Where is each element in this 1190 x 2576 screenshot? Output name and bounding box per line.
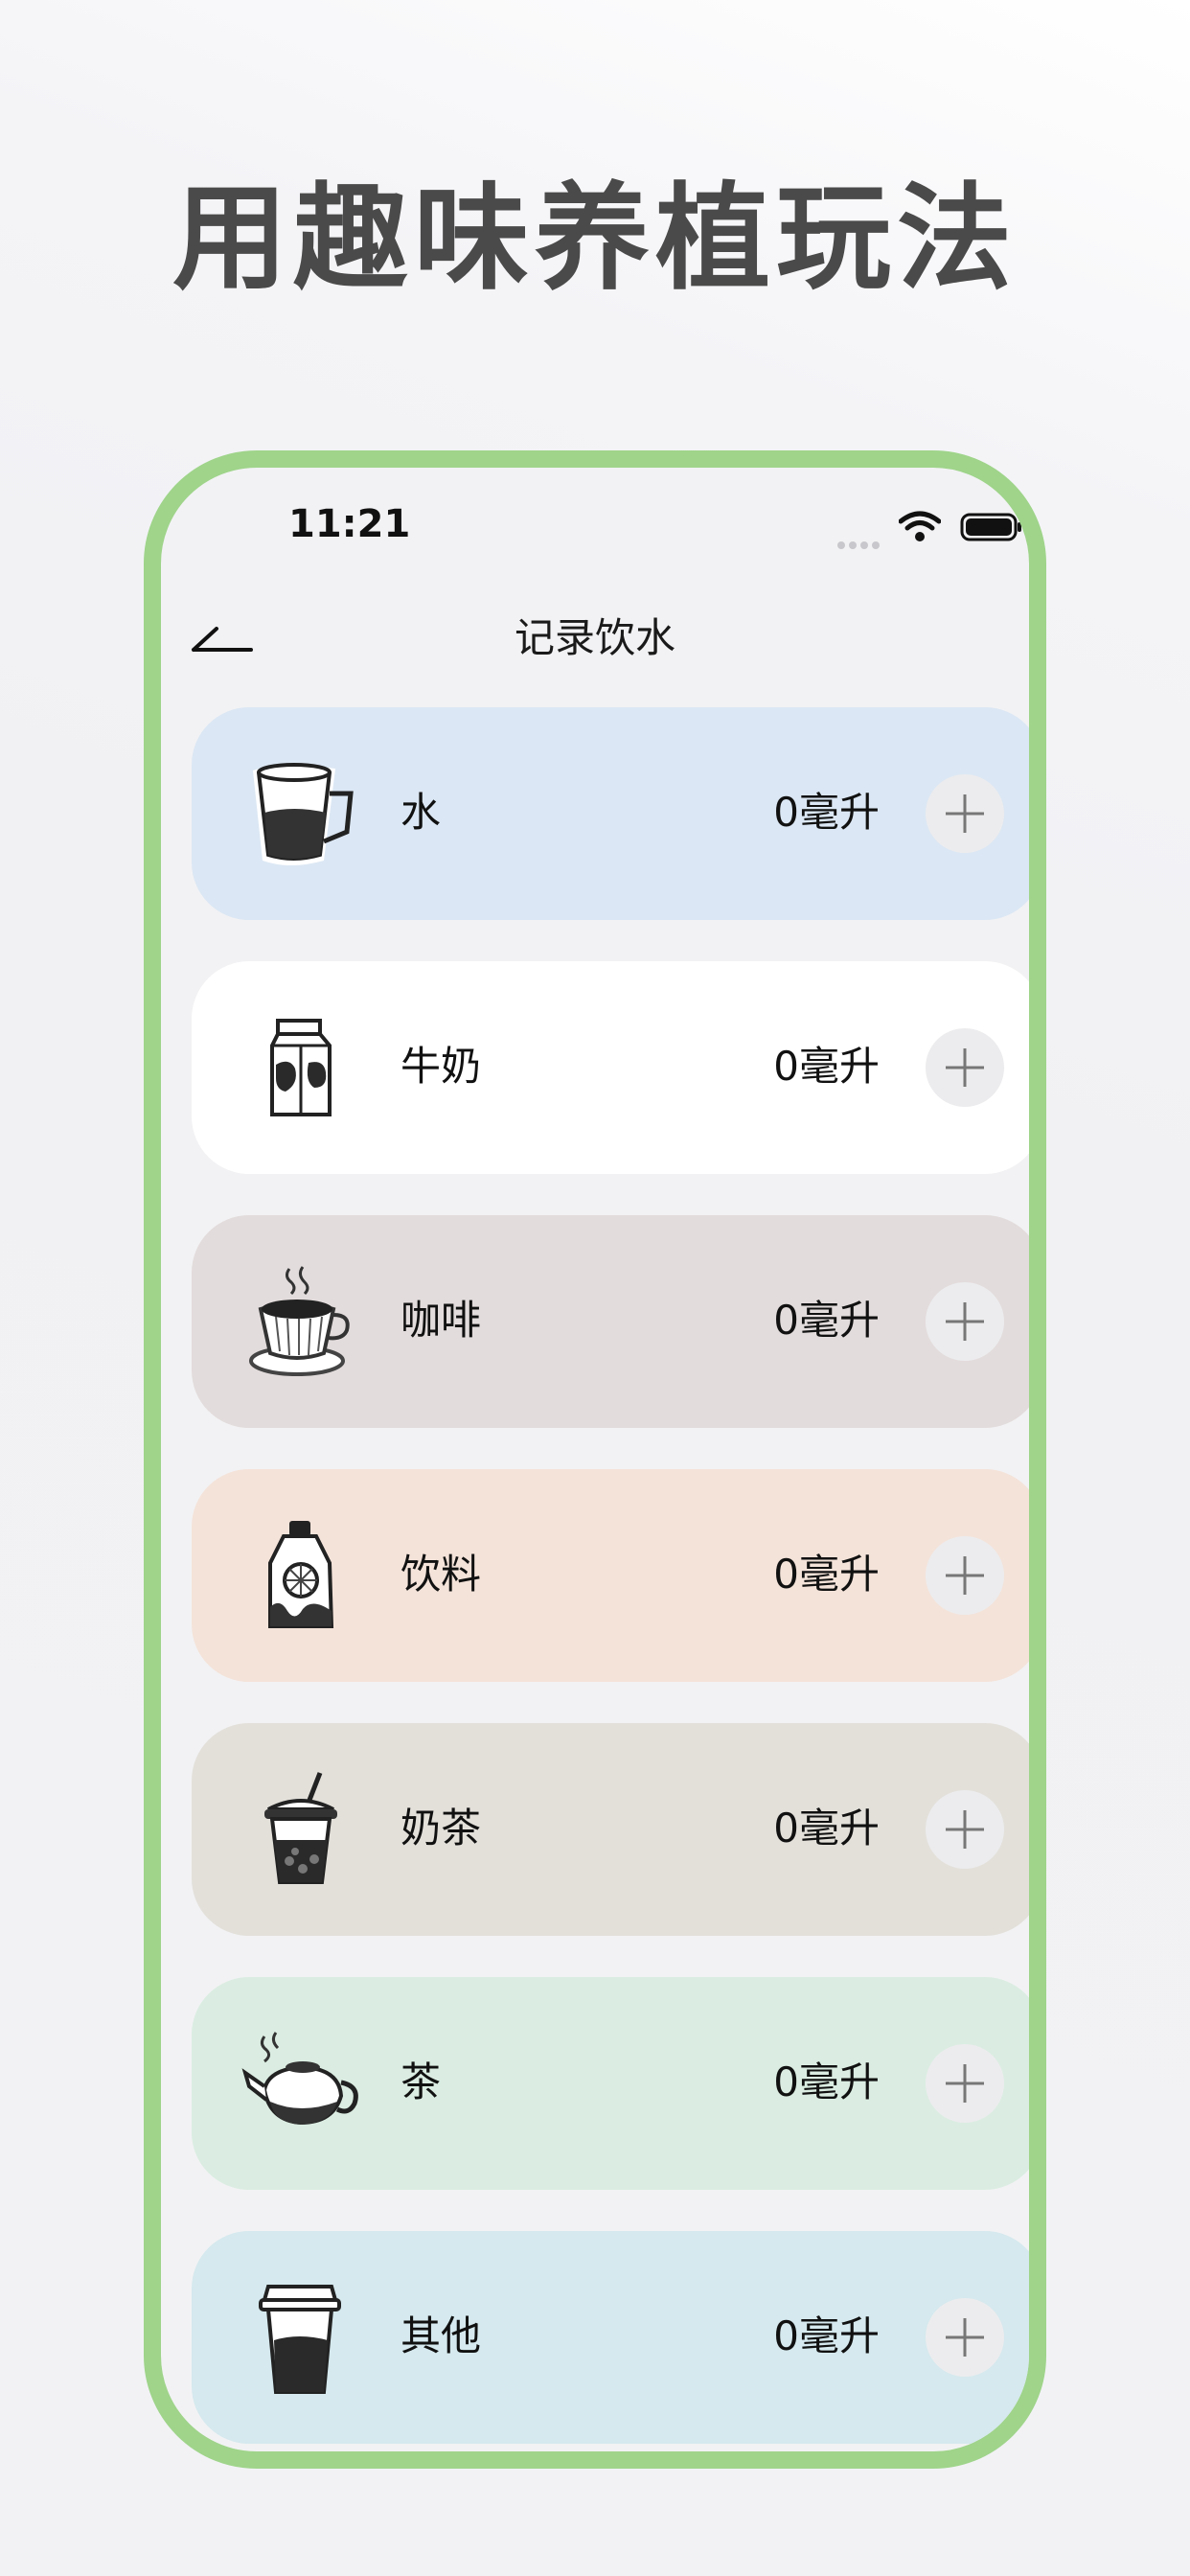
- drink-card-tea[interactable]: 茶 0毫升: [192, 1977, 1029, 2190]
- wifi-icon: [899, 511, 941, 541]
- drink-name: 其他: [400, 2312, 482, 2359]
- drink-amount: 0毫升: [773, 2312, 880, 2359]
- add-button[interactable]: [926, 1536, 1004, 1615]
- plus-icon: [946, 1302, 984, 1341]
- add-button[interactable]: [926, 1028, 1004, 1107]
- drink-name: 茶: [400, 2058, 442, 2105]
- plus-icon: [946, 1810, 984, 1849]
- add-button[interactable]: [926, 1790, 1004, 1869]
- water-glass-icon: [253, 763, 354, 865]
- drink-name: 牛奶: [400, 1043, 482, 1090]
- drink-list: 水 0毫升 牛奶 0毫升 咖啡 0毫升 饮料 0毫升 奶茶 0毫升 茶 0毫升 …: [192, 707, 1029, 2451]
- drink-name: 饮料: [400, 1551, 482, 1598]
- drink-amount: 0毫升: [773, 1297, 880, 1344]
- status-time: 11:21: [288, 502, 411, 546]
- cellular-signal-icon: [837, 535, 883, 553]
- drink-name: 咖啡: [400, 1297, 482, 1344]
- drink-name: 奶茶: [400, 1805, 482, 1852]
- coffee-cup-icon: [249, 1266, 350, 1376]
- drink-amount: 0毫升: [773, 1805, 880, 1852]
- phone-mockup: 11:21 记录饮水 水 0毫升 牛奶 0毫升 咖啡 0毫升 饮料 0毫升 奶茶…: [144, 450, 1046, 2469]
- add-button[interactable]: [926, 2298, 1004, 2377]
- plus-icon: [946, 2318, 984, 2357]
- plus-icon: [946, 1048, 984, 1087]
- milk-carton-icon: [270, 1019, 332, 1116]
- add-button[interactable]: [926, 2044, 1004, 2123]
- drink-bottle-icon: [268, 1521, 334, 1628]
- drink-card-water[interactable]: 水 0毫升: [192, 707, 1029, 920]
- drink-card-beverage[interactable]: 饮料 0毫升: [192, 1469, 1029, 1682]
- drink-amount: 0毫升: [773, 1551, 880, 1598]
- add-button[interactable]: [926, 1282, 1004, 1361]
- add-button[interactable]: [926, 774, 1004, 853]
- drink-amount: 0毫升: [773, 2058, 880, 2105]
- drink-amount: 0毫升: [773, 1043, 880, 1090]
- drink-amount: 0毫升: [773, 789, 880, 836]
- drink-card-milk[interactable]: 牛奶 0毫升: [192, 961, 1029, 1174]
- drink-card-other[interactable]: 其他 0毫升: [192, 2231, 1029, 2444]
- drink-card-coffee[interactable]: 咖啡 0毫升: [192, 1215, 1029, 1428]
- bubble-tea-icon: [264, 1772, 337, 1884]
- plus-icon: [946, 1556, 984, 1595]
- takeaway-cup-icon: [259, 2285, 341, 2394]
- drink-name: 水: [400, 789, 442, 836]
- drink-card-milk-tea[interactable]: 奶茶 0毫升: [192, 1723, 1029, 1936]
- plus-icon: [946, 794, 984, 833]
- battery-icon: [960, 513, 1021, 541]
- teapot-icon: [241, 2032, 358, 2126]
- promo-headline: 用趣味养植玩法: [172, 172, 1018, 306]
- plus-icon: [946, 2064, 984, 2103]
- page-title: 记录饮水: [514, 614, 675, 661]
